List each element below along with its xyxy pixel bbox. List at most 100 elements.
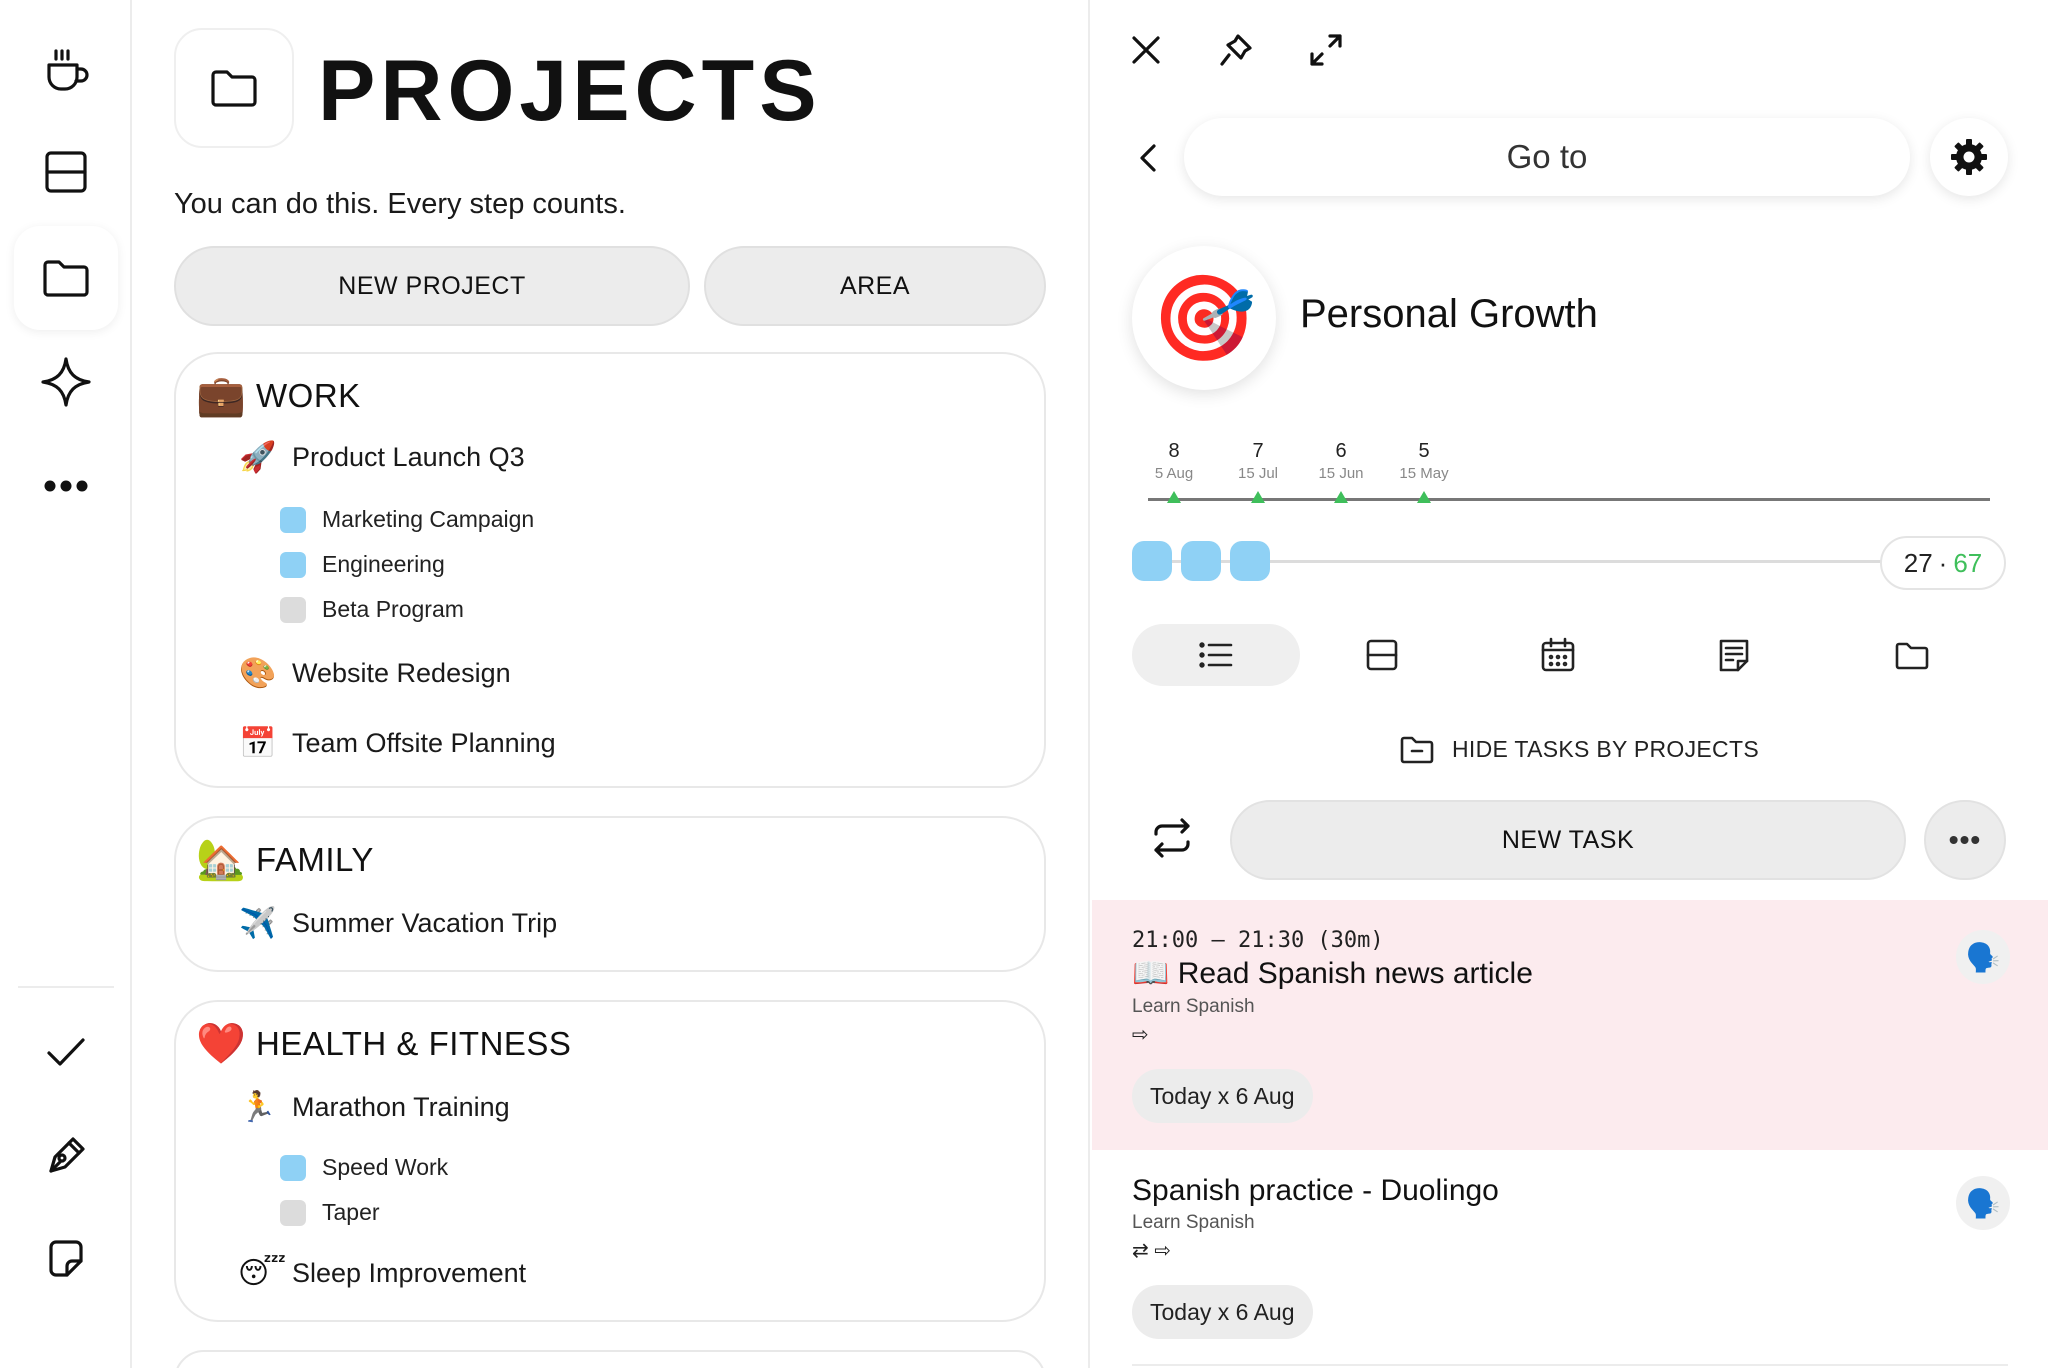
project-item[interactable]: 🚀 Product Launch Q3 [238,440,525,475]
settings-button[interactable] [1930,118,2008,196]
color-square-icon [280,551,306,578]
coffee-nav-button[interactable] [14,18,118,122]
goto-search[interactable]: Go to [1184,118,1910,196]
subproject-item[interactable]: Taper [280,1199,380,1226]
project-label: Website Redesign [292,658,511,688]
project-label: Team Offsite Planning [292,728,556,758]
area-header-family[interactable]: 🏡 FAMILY [196,836,374,883]
speaking-head-icon[interactable]: 🗣️ [1956,930,2010,984]
area-button[interactable]: AREA [704,246,1046,326]
pen-icon [49,1137,85,1173]
folder-icon [211,70,257,107]
new-project-button[interactable]: NEW PROJECT [174,246,690,326]
folder-icon [43,260,89,297]
rocket-icon: 🚀 [239,441,277,474]
note-nav-button[interactable] [14,1206,118,1310]
timeline-tick: 5 15 May [1399,440,1449,482]
detail-panel: Go to 🎯 Personal Growth 85 Aug 7 15 Jul 6… [1092,0,2048,1368]
timeline-tick: 85 Aug [1154,440,1194,482]
project-item[interactable]: 🏃 Marathon Training [238,1090,510,1125]
motto-text: You can do this. Every step counts. [174,188,626,220]
tab-calendar-view[interactable] [1474,624,1642,686]
task-item[interactable]: 21:00 — 21:30 (30m) 📖 Read Spanish news … [1092,900,2048,1150]
progress-block [1132,541,1172,581]
project-label: Product Launch Q3 [292,442,525,472]
timeline-line [1148,498,1990,501]
subproject-item[interactable]: Engineering [280,551,445,578]
area-title: HEALTH & FITNESS [256,1024,572,1062]
project-item[interactable]: ✈️ Summer Vacation Trip [238,906,557,941]
subproject-item[interactable]: Marketing Campaign [280,506,534,533]
tab-list-view[interactable] [1132,624,1300,686]
progress-block [1181,541,1221,581]
tab-board-view[interactable] [1298,624,1466,686]
subproject-label: Speed Work [322,1154,449,1180]
area-card-work: 💼 WORK 🚀 Product Launch Q3 Marketing Cam… [174,352,1046,788]
task-project: Learn Spanish [1132,1212,1255,1233]
more-dots-icon [44,480,88,492]
briefcase-icon: 💼 [196,374,246,418]
subproject-label: Engineering [322,551,445,577]
calendar-view-icon [1541,637,1575,672]
airplane-icon: ✈️ [239,907,277,940]
subproject-label: Beta Program [322,596,464,622]
notes-view-icon [1719,639,1749,672]
projects-nav-button[interactable] [14,226,118,330]
repeat-icon[interactable] [1146,812,1198,864]
project-label: Sleep Improvement [292,1258,527,1288]
back-chevron-icon[interactable] [1128,138,1168,178]
pin-icon[interactable] [1214,28,1258,72]
palette-icon: 🎨 [239,657,277,690]
done-nav-button[interactable] [14,1000,118,1104]
tab-folder-view[interactable] [1828,624,1996,686]
timeline-marker-icon [1417,491,1431,503]
task-item[interactable]: Spanish practice - Duolingo Learn Spanis… [1092,1150,2048,1364]
pen-nav-button[interactable] [14,1102,118,1206]
hide-tasks-toggle[interactable]: HIDE TASKS BY PROJECTS [1398,730,1759,768]
project-item[interactable]: 😴 Sleep Improvement [238,1256,526,1291]
subproject-item[interactable]: Speed Work [280,1154,448,1181]
area-header-work[interactable]: 💼 WORK [196,372,361,419]
area-card-family: 🏡 FAMILY ✈️ Summer Vacation Trip [174,816,1046,972]
project-item[interactable]: 📅 Team Offsite Planning [238,726,556,761]
sparkle-nav-button[interactable] [14,330,118,434]
checkmark-icon [47,1038,85,1066]
new-task-button[interactable]: NEW TASK [1230,800,1906,880]
area-card-health: ❤️ HEALTH & FITNESS 🏃 Marathon Training … [174,1000,1046,1322]
project-item[interactable]: 🎨 Website Redesign [238,656,511,691]
more-nav-button[interactable] [14,434,118,538]
target-icon: 🎯 [1151,270,1257,365]
task-date-badge[interactable]: Today x 6 Aug [1132,1069,1313,1123]
task-count-badge: 27 · 67 [1880,536,2006,590]
layout-icon [45,151,87,193]
task-flags: ⇄ ⇨ [1132,1240,1172,1262]
timeline-marker-icon [1167,491,1181,503]
list-view-icon [1199,642,1233,668]
coffee-cup-icon [47,49,89,91]
project-label: Marathon Training [292,1092,510,1122]
more-options-button[interactable]: ••• [1924,800,2006,880]
tab-notes-view[interactable] [1650,624,1818,686]
page-title: PROJECTS [318,43,822,139]
speaking-head-icon[interactable]: 🗣️ [1956,1176,2010,1230]
folder-view-icon [1895,642,1929,670]
progress-block [1230,541,1270,581]
goal-emoji-badge[interactable]: 🎯 [1132,246,1276,390]
task-title: 📖 Read Spanish news article [1132,957,1533,990]
heart-icon: ❤️ [196,1022,246,1066]
layout-nav-button[interactable] [14,120,118,224]
board-view-icon [1366,639,1398,671]
area-title: WORK [256,376,361,414]
subproject-label: Taper [322,1199,380,1225]
timeline-tick: 7 15 Jul [1237,440,1279,482]
area-header-health[interactable]: ❤️ HEALTH & FITNESS [196,1020,571,1067]
task-date-badge[interactable]: Today x 6 Aug [1132,1285,1313,1339]
close-icon[interactable] [1124,28,1168,72]
subproject-item[interactable]: Beta Program [280,596,464,623]
timeline-tick: 6 15 Jun [1318,440,1364,482]
folder-minus-icon [1400,736,1434,764]
hide-tasks-label: HIDE TASKS BY PROJECTS [1452,735,1759,762]
gear-icon [1951,139,1987,175]
timeline-marker-icon [1251,491,1265,503]
expand-icon[interactable] [1304,28,1348,72]
